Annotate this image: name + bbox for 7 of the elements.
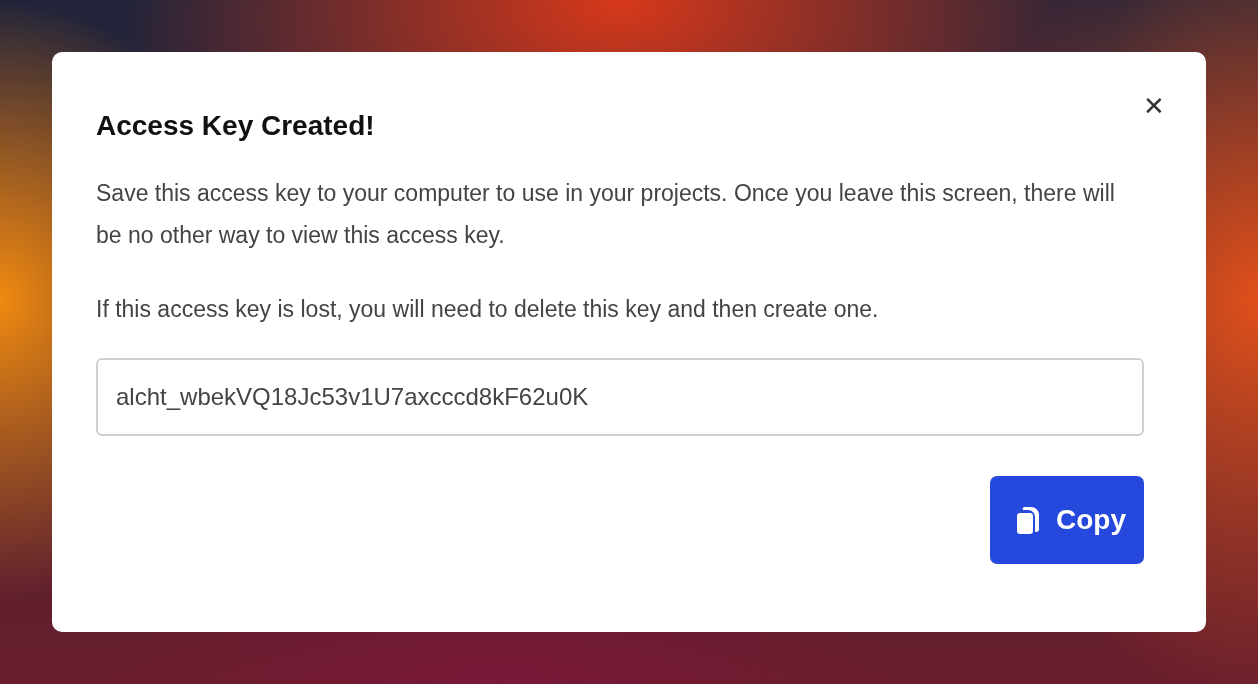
access-key-field[interactable]: alcht_wbekVQ18Jc53v1U7axcccd8kF62u0K [96,358,1144,436]
copy-icon [1016,505,1042,535]
dialog-title: Access Key Created! [96,110,376,142]
description-text: If this access key is lost, you will need to delete this key and then create one. [96,295,880,324]
copy-button[interactable]: Copy [990,476,1144,564]
close-button[interactable]: ✕ [1138,90,1170,122]
description-text: Save this access key to your computer to use in your projects. Once you leave this screen, there will be no other way to view this access key. [96,179,1116,250]
